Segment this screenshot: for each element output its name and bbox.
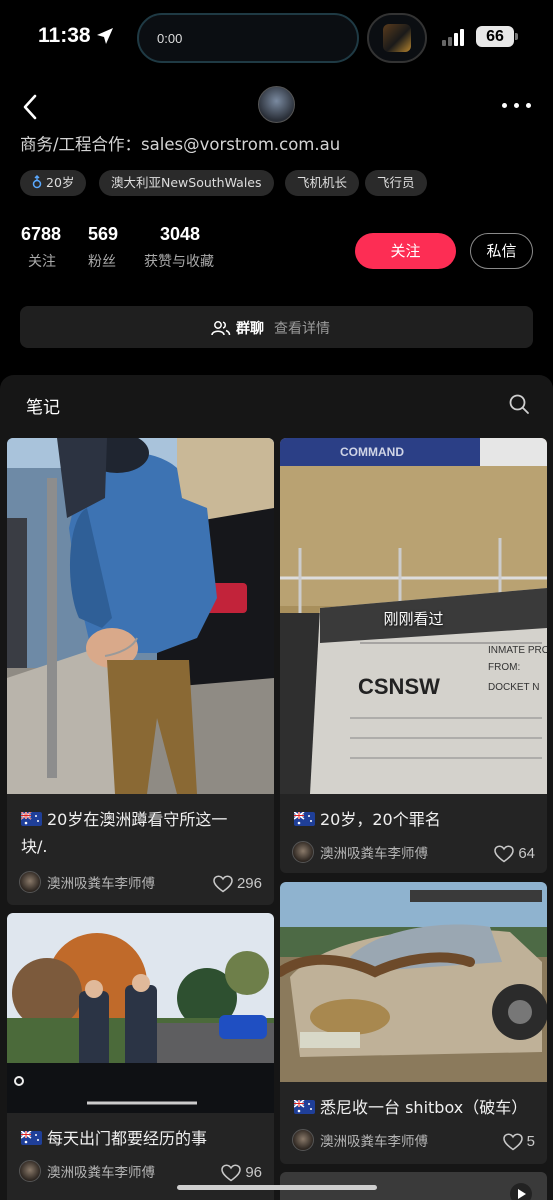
album-art-icon	[383, 24, 411, 52]
note-card[interactable]: 悉尼收一台 shitbox（破车） 澳洲吸粪车李师傅 5	[280, 882, 547, 1164]
note-cover-image	[7, 438, 274, 794]
photo-docket-text: DOCKET N	[488, 682, 540, 693]
stat-likes-value: 3048	[160, 224, 201, 244]
like-button[interactable]: 296	[213, 873, 262, 893]
notes-panel: 笔记 20岁在澳洲蹲看守所这一 块/. 澳洲吸粪车李师傅 296 CSNSW I…	[0, 375, 553, 1200]
note-title: 20岁在澳洲蹲看守所这一块/.	[21, 806, 266, 860]
author-name: 澳洲吸粪车李师傅	[320, 1134, 428, 1150]
battery-tip	[515, 33, 518, 40]
like-button[interactable]: 5	[502, 1131, 535, 1151]
likes-count: 296	[236, 875, 262, 892]
heart-icon	[494, 844, 515, 862]
profile-bio: 商务/工程合作：sales@vorstrom.com.au	[20, 135, 341, 154]
author-avatar	[19, 871, 41, 893]
group-icon	[211, 321, 231, 336]
author-avatar	[292, 1129, 314, 1151]
video-play-icon	[510, 1183, 532, 1200]
note-author[interactable]: 澳洲吸粪车李师傅	[292, 841, 428, 863]
photo-from-text: FROM:	[488, 662, 520, 673]
stat-following-label: 关注	[28, 254, 56, 270]
note-cover-image	[280, 882, 547, 1082]
note-card[interactable]: CSNSW INMATE PRO FROM: DOCKET N COMMAND …	[280, 438, 547, 873]
stat-following-value: 6788	[21, 224, 62, 244]
author-name: 澳洲吸粪车李师傅	[47, 1165, 155, 1181]
note-card[interactable]: 20岁在澳洲蹲看守所这一块/. 澳洲吸粪车李师傅 296	[7, 438, 274, 905]
note-title: 20岁，20个罪名	[294, 806, 539, 833]
australia-flag-icon	[294, 1100, 315, 1114]
header-avatar[interactable]	[258, 86, 295, 123]
stat-followers-value: 569	[88, 224, 119, 244]
tag-age-label: 20岁	[46, 175, 75, 190]
tag-occupation-captain: 飞机机长	[285, 170, 360, 196]
group-chat-detail-link[interactable]: 查看详情	[274, 321, 330, 337]
now-playing-artwork[interactable]	[367, 13, 427, 63]
notes-tab-title[interactable]: 笔记	[26, 393, 60, 418]
note-title-text: 20岁，20个罪名	[320, 810, 441, 829]
home-indicator[interactable]	[177, 1185, 377, 1190]
author-name: 澳洲吸粪车李师傅	[47, 876, 155, 892]
follow-button[interactable]: 关注	[355, 233, 456, 269]
like-button[interactable]: 64	[494, 843, 535, 863]
likes-count: 96	[245, 1164, 262, 1181]
island-timer: 0:00	[157, 31, 183, 46]
note-author[interactable]: 澳洲吸粪车李师傅	[19, 1160, 155, 1182]
heart-icon	[502, 1132, 523, 1150]
stat-likes-label: 获赞与收藏	[144, 254, 214, 270]
battery-icon: 66	[476, 26, 514, 47]
stat-followers[interactable]: 569 粉丝	[88, 224, 118, 271]
stat-likes[interactable]: 3048 获赞与收藏	[144, 224, 214, 271]
author-avatar	[292, 841, 314, 863]
like-button[interactable]: 96	[221, 1162, 262, 1182]
author-avatar	[19, 1160, 41, 1182]
photo-command-text: COMMAND	[340, 445, 404, 459]
note-title-text: 每天出门都要经历的事	[47, 1129, 208, 1148]
back-icon[interactable]	[20, 93, 42, 121]
male-gender-icon	[32, 175, 42, 189]
signal-icon	[442, 28, 466, 46]
author-name: 澳洲吸粪车李师傅	[320, 846, 428, 862]
note-title-text-cont: 块/.	[21, 837, 48, 856]
search-icon[interactable]	[508, 393, 530, 415]
tag-age: 20岁	[20, 170, 87, 196]
likes-count: 5	[526, 1133, 535, 1150]
note-title-text: 悉尼收一台 shitbox（破车）	[320, 1098, 528, 1117]
tag-occupation-pilot: 飞行员	[365, 170, 427, 196]
tag-location: 澳大利亚NewSouthWales	[99, 170, 274, 196]
status-time: 11:38	[38, 24, 91, 47]
heart-icon	[221, 1163, 242, 1181]
likes-count: 64	[518, 845, 535, 862]
location-arrow-icon	[97, 28, 113, 44]
photo-csnsw-text: CSNSW	[358, 674, 440, 699]
group-chat-bar[interactable]: 群聊 查看详情	[20, 306, 533, 348]
note-author[interactable]: 澳洲吸粪车李师傅	[292, 1129, 428, 1151]
australia-flag-icon	[21, 812, 42, 826]
status-bar: 11:38 0:00 66	[0, 0, 553, 80]
note-title-text: 20岁在澳洲蹲看守所这一	[47, 810, 228, 829]
note-cover-image	[7, 913, 274, 1113]
stat-followers-label: 粉丝	[88, 254, 116, 270]
stat-following[interactable]: 6788 关注	[21, 224, 61, 271]
australia-flag-icon	[294, 812, 315, 826]
message-button[interactable]: 私信	[470, 233, 533, 269]
recently-viewed-label: 刚刚看过	[383, 610, 444, 628]
dynamic-island[interactable]: 0:00	[137, 13, 359, 63]
australia-flag-icon	[21, 1131, 42, 1145]
heart-icon	[213, 874, 233, 892]
note-author[interactable]: 澳洲吸粪车李师傅	[19, 871, 155, 893]
note-title: 悉尼收一台 shitbox（破车）	[294, 1094, 539, 1121]
note-card[interactable]: 每天出门都要经历的事 澳洲吸粪车李师傅 96	[7, 913, 274, 1200]
note-title: 每天出门都要经历的事	[21, 1125, 266, 1152]
group-chat-label: 群聊	[236, 321, 264, 337]
more-options-icon[interactable]	[500, 101, 534, 109]
photo-inmate-text: INMATE PRO	[488, 645, 547, 656]
